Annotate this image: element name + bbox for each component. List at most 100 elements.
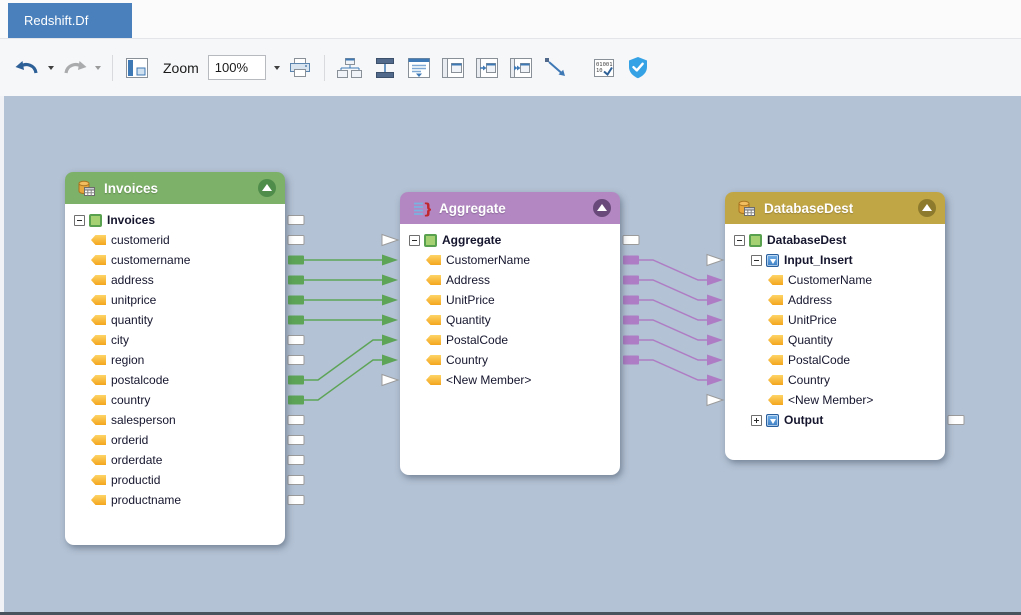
input-port-address[interactable]	[707, 295, 723, 306]
undo-button[interactable]	[12, 52, 43, 84]
input-port-aggregate[interactable]	[382, 235, 398, 246]
link-aggregate-address[interactable]	[639, 280, 708, 300]
tree-row-aggregate[interactable]: Aggregate	[400, 230, 620, 250]
tree-row-input-insert[interactable]: Input_Insert	[725, 250, 945, 270]
output-port-address[interactable]	[288, 276, 304, 285]
link-aggregate-postalcode[interactable]	[639, 340, 708, 360]
output-port-postalcode[interactable]	[623, 336, 639, 345]
undo-menu-button[interactable]	[48, 66, 54, 70]
zoom-menu-button[interactable]	[274, 66, 280, 70]
tree-row-address[interactable]: Address	[400, 270, 620, 290]
link-invoices-postalcode[interactable]	[304, 340, 383, 380]
input-port-postalcode[interactable]	[382, 335, 398, 346]
output-port-country[interactable]	[288, 396, 304, 405]
tree-row--new-member-[interactable]: <New Member>	[400, 370, 620, 390]
input-port-customername[interactable]	[707, 275, 723, 286]
input-port-customername[interactable]	[382, 255, 398, 266]
tree-row-output[interactable]: Output	[725, 410, 945, 430]
collapse-icon[interactable]	[734, 235, 745, 246]
tree-row-city[interactable]: city	[65, 330, 285, 350]
tree-row-databasedest[interactable]: DatabaseDest	[725, 230, 945, 250]
output-port-productname[interactable]	[288, 496, 304, 505]
input-port--new-member-[interactable]	[707, 395, 723, 406]
output-port-output[interactable]	[948, 416, 964, 425]
link-aggregate-unitprice[interactable]	[639, 300, 708, 320]
tree-row-productname[interactable]: productname	[65, 490, 285, 510]
output-port-quantity[interactable]	[288, 316, 304, 325]
input-port-input-insert[interactable]	[707, 255, 723, 266]
collapse-icon[interactable]	[751, 255, 762, 266]
fit-to-window-button[interactable]	[122, 52, 152, 84]
output-port-customerid[interactable]	[288, 236, 304, 245]
expand-icon[interactable]	[751, 415, 762, 426]
collapse-icon[interactable]	[409, 235, 420, 246]
link-aggregate-country[interactable]	[639, 360, 708, 380]
node-header[interactable]: DatabaseDest	[725, 192, 945, 224]
node-header[interactable]: Invoices	[65, 172, 285, 204]
output-port-customername[interactable]	[288, 256, 304, 265]
output-port-unitprice[interactable]	[623, 296, 639, 305]
tree-row-customername[interactable]: CustomerName	[400, 250, 620, 270]
tree-row-postalcode[interactable]: PostalCode	[725, 350, 945, 370]
tree-row-quantity[interactable]: Quantity	[725, 330, 945, 350]
collapse-node-button[interactable]	[918, 199, 936, 217]
tree-row-postalcode[interactable]: postalcode	[65, 370, 285, 390]
tree-row-orderid[interactable]: orderid	[65, 430, 285, 450]
tree-row-address[interactable]: address	[65, 270, 285, 290]
redo-menu-button[interactable]	[95, 66, 101, 70]
tree-row-productid[interactable]: productid	[65, 470, 285, 490]
output-port-region[interactable]	[288, 356, 304, 365]
output-port-address[interactable]	[623, 276, 639, 285]
collapse-nodes-button[interactable]	[438, 52, 469, 84]
tree-row-customerid[interactable]: customerid	[65, 230, 285, 250]
output-port-productid[interactable]	[288, 476, 304, 485]
tree-row-quantity[interactable]: Quantity	[400, 310, 620, 330]
tree-row-invoices[interactable]: Invoices	[65, 210, 285, 230]
dataflow-canvas[interactable]: InvoicesInvoicescustomeridcustomernamead…	[0, 96, 1021, 615]
tree-row-unitprice[interactable]: unitprice	[65, 290, 285, 310]
collapse-icon[interactable]	[74, 215, 85, 226]
auto-layout-vertical-button[interactable]	[369, 52, 401, 84]
node-header[interactable]: } Aggregate	[400, 192, 620, 224]
verify-dataflow-button[interactable]	[623, 52, 653, 84]
input-port-quantity[interactable]	[707, 335, 723, 346]
expand-all-columns-button[interactable]	[506, 52, 537, 84]
output-port-orderdate[interactable]	[288, 456, 304, 465]
output-port-invoices[interactable]	[288, 216, 304, 225]
tree-row--new-member-[interactable]: <New Member>	[725, 390, 945, 410]
node-aggregate[interactable]: } AggregateAggregateCustomerNameAddressU…	[400, 192, 620, 475]
output-port-quantity[interactable]	[623, 316, 639, 325]
output-port-orderid[interactable]	[288, 436, 304, 445]
input-port--new-member-[interactable]	[382, 375, 398, 386]
node-invoices[interactable]: InvoicesInvoicescustomeridcustomernamead…	[65, 172, 285, 545]
output-port-city[interactable]	[288, 336, 304, 345]
input-port-postalcode[interactable]	[707, 355, 723, 366]
straight-link-button[interactable]	[540, 52, 571, 84]
tree-row-country[interactable]: Country	[725, 370, 945, 390]
tree-row-region[interactable]: region	[65, 350, 285, 370]
tree-row-customername[interactable]: CustomerName	[725, 270, 945, 290]
collapse-node-button[interactable]	[258, 179, 276, 197]
output-port-customername[interactable]	[623, 256, 639, 265]
input-port-country[interactable]	[707, 375, 723, 386]
collapse-node-button[interactable]	[593, 199, 611, 217]
redo-button[interactable]	[59, 52, 90, 84]
output-port-country[interactable]	[623, 356, 639, 365]
link-aggregate-quantity[interactable]	[639, 320, 708, 340]
print-button[interactable]	[285, 52, 315, 84]
input-port-country[interactable]	[382, 355, 398, 366]
tab-redshift-df[interactable]: Redshift.Df	[8, 3, 132, 38]
expand-all-nodes-button[interactable]	[404, 52, 435, 84]
zoom-select[interactable]: 100%	[208, 55, 266, 80]
output-port-postalcode[interactable]	[288, 376, 304, 385]
output-port-unitprice[interactable]	[288, 296, 304, 305]
input-port-unitprice[interactable]	[707, 315, 723, 326]
link-aggregate-customername[interactable]	[639, 260, 708, 280]
output-port-aggregate[interactable]	[623, 236, 639, 245]
input-port-address[interactable]	[382, 275, 398, 286]
tree-row-unitprice[interactable]: UnitPrice	[725, 310, 945, 330]
tree-row-country[interactable]: Country	[400, 350, 620, 370]
tree-row-postalcode[interactable]: PostalCode	[400, 330, 620, 350]
tree-row-address[interactable]: Address	[725, 290, 945, 310]
tree-row-orderdate[interactable]: orderdate	[65, 450, 285, 470]
